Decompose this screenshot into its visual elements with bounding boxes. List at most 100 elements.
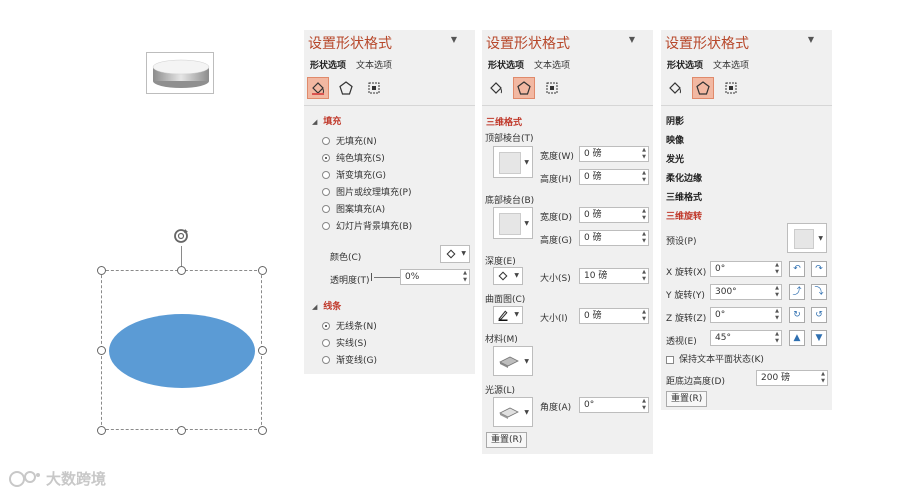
tab-text-options[interactable]: 文本选项 [534,58,570,71]
fill-option-solid[interactable]: 纯色填充(S) [322,149,412,166]
spinner-arrows-icon[interactable]: ▲ ▼ [775,262,779,276]
effects-tab[interactable] [692,77,714,99]
3d-format-section-label[interactable]: 三维格式 [486,115,522,128]
spinner-arrows-icon[interactable]: ▲ ▼ [642,170,646,184]
depth-color-picker[interactable]: ▼ [493,267,523,285]
section-glow[interactable]: 发光 [666,152,684,165]
bottom-bevel-picker[interactable]: ▼ [493,207,533,239]
tab-shape-options[interactable]: 形状选项 [488,58,524,71]
spinner-arrows-icon[interactable]: ▲ ▼ [775,308,779,322]
preset-picker[interactable]: ▼ [787,223,827,253]
contour-color-picker[interactable]: ▼ [493,306,523,324]
resize-handle-right[interactable] [258,346,267,355]
fill-option-pattern[interactable]: 图案填充(A) [322,200,412,217]
section-reflection[interactable]: 映像 [666,133,684,146]
size-properties-tab[interactable] [363,77,385,99]
z-rotate-counterclockwise-button[interactable]: ↺ [811,307,827,323]
effects-tab[interactable] [513,77,535,99]
transparency-input[interactable]: 0% ▲ ▼ [400,269,470,285]
rotate-counterclockwise-icon: ↺ [815,310,823,320]
fill-option-slide-background[interactable]: 幻灯片背景填充(B) [322,217,412,234]
y-rotation-input[interactable]: 300° ▲ ▼ [710,284,782,300]
contour-size-input[interactable]: 0 磅 ▲ ▼ [579,308,649,324]
perspective-decrease-button[interactable]: ▼ [811,330,827,346]
fill-line-tab[interactable] [307,77,329,99]
resize-handle-bottom-right[interactable] [258,426,267,435]
bottom-height-input[interactable]: 0 磅 ▲ ▼ [579,230,649,246]
tab-text-options[interactable]: 文本选项 [713,58,749,71]
panel-menu-dropdown[interactable]: ▼ [451,35,457,44]
y-rotate-up-button[interactable]: ⤴ [789,284,805,300]
spinner-arrows-icon[interactable]: ▲ ▼ [642,269,646,283]
angle-input[interactable]: 0° ▲ ▼ [579,397,649,413]
reset-button[interactable]: 重置(R) [666,391,708,407]
blue-ellipse-shape[interactable] [109,314,255,388]
spinner-arrows-icon[interactable]: ▲ ▼ [642,309,646,323]
lighting-picker[interactable]: ▼ [493,397,533,427]
resize-handle-left[interactable] [97,346,106,355]
tab-shape-options[interactable]: 形状选项 [310,58,346,71]
section-shadow[interactable]: 阴影 [666,114,684,127]
rotate-handle-icon[interactable] [171,226,191,246]
z-rotate-clockwise-button[interactable]: ↻ [789,307,805,323]
perspective-increase-button[interactable]: ▲ [789,330,805,346]
distance-from-ground-input[interactable]: 200 磅 ▲ ▼ [756,370,828,386]
perspective-input[interactable]: 45° ▲ ▼ [710,330,782,346]
cylinder-preview-thumbnail[interactable] [146,52,214,94]
x-rotation-input[interactable]: 0° ▲ ▼ [710,261,782,277]
resize-handle-top-left[interactable] [97,266,106,275]
effects-tab[interactable] [335,77,357,99]
material-picker[interactable]: ▼ [493,346,533,376]
spinner-arrows-icon[interactable]: ▲ ▼ [642,147,646,161]
transparency-slider[interactable] [374,277,400,278]
x-rotate-right-button[interactable]: ↷ [811,261,827,277]
distance-from-ground-label: 距底边高度(D) [666,377,725,387]
spinner-arrows-icon[interactable]: ▲ ▼ [775,331,779,345]
spinner-arrows-icon[interactable]: ▲ ▼ [642,231,646,245]
spinner-arrows-icon[interactable]: ▲ ▼ [642,208,646,222]
line-option-solid[interactable]: 实线(S) [322,334,377,351]
spinner-arrows-icon[interactable]: ▲ ▼ [775,285,779,299]
distance-from-ground-value: 200 磅 [761,373,791,383]
size-properties-tab[interactable] [541,77,563,99]
resize-handle-bottom[interactable] [177,426,186,435]
size-properties-tab[interactable] [720,77,742,99]
line-option-none[interactable]: 无线条(N) [322,317,377,334]
fill-line-tab[interactable] [485,77,507,99]
top-height-input[interactable]: 0 磅 ▲ ▼ [579,169,649,185]
rotate-handle-line [181,246,182,266]
spinner-arrows-icon[interactable]: ▲ ▼ [642,398,646,412]
fill-option-gradient[interactable]: 渐变填充(G) [322,166,412,183]
section-soft-edges[interactable]: 柔化边缘 [666,171,702,184]
tab-shape-options[interactable]: 形状选项 [667,58,703,71]
fill-option-none[interactable]: 无填充(N) [322,132,412,149]
spinner-arrows-icon[interactable]: ▲ ▼ [821,371,825,385]
panel-menu-dropdown[interactable]: ▼ [629,35,635,44]
tab-text-options[interactable]: 文本选项 [356,58,392,71]
panel-menu-dropdown[interactable]: ▼ [808,35,814,44]
format-shape-panel-fill: 设置形状格式 ▼ 形状选项 文本选项 ◢ 填充 无填充(N) 纯色填充(S) 渐… [304,30,475,374]
section-3d-rotation[interactable]: 三维旋转 [666,209,702,222]
top-bevel-picker[interactable]: ▼ [493,146,533,178]
y-rotate-down-button[interactable]: ⤵ [811,284,827,300]
fill-option-picture[interactable]: 图片或纹理填充(P) [322,183,412,200]
top-width-input[interactable]: 0 磅 ▲ ▼ [579,146,649,162]
spinner-arrows-icon[interactable]: ▲ ▼ [463,270,467,284]
option-label: 幻灯片背景填充(B) [336,222,413,232]
fill-line-tab[interactable] [664,77,686,99]
z-rotation-input[interactable]: 0° ▲ ▼ [710,307,782,323]
resize-handle-top[interactable] [177,266,186,275]
color-picker-button[interactable]: ▼ [440,245,470,263]
line-option-gradient[interactable]: 渐变线(G) [322,351,377,368]
fill-section-header[interactable]: ◢ 填充 [312,114,341,127]
bottom-width-input[interactable]: 0 磅 ▲ ▼ [579,207,649,223]
resize-handle-top-right[interactable] [258,266,267,275]
line-section-header[interactable]: ◢ 线条 [312,299,341,312]
depth-size-input[interactable]: 10 磅 ▲ ▼ [579,268,649,284]
keep-text-flat-checkbox[interactable]: 保持文本平面状态(K) [666,352,764,365]
slider-thumb[interactable] [371,273,372,281]
resize-handle-bottom-left[interactable] [97,426,106,435]
x-rotate-left-button[interactable]: ↶ [789,261,805,277]
reset-button[interactable]: 重置(R) [486,432,528,448]
section-3d-format[interactable]: 三维格式 [666,190,702,203]
